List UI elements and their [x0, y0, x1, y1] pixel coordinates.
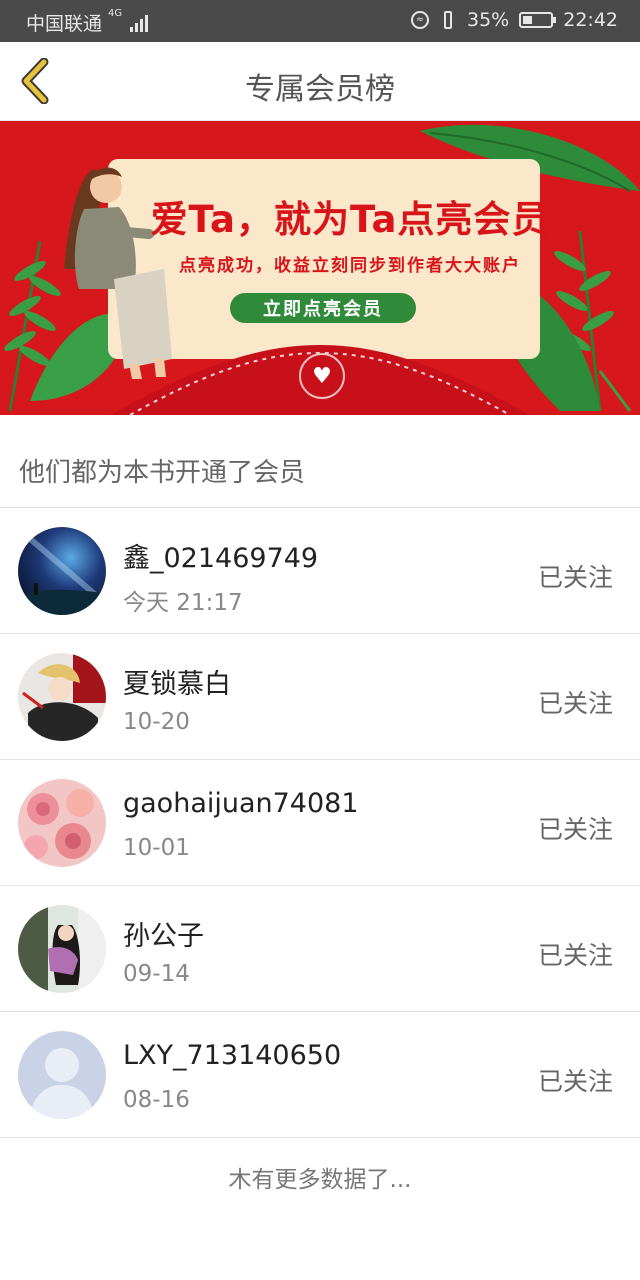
- member-row[interactable]: 鑫_021469749 今天 21:17 已关注: [0, 508, 640, 634]
- battery-percent: 35%: [467, 9, 510, 31]
- avatar-roses-image: [18, 779, 106, 867]
- avatar[interactable]: [18, 1031, 106, 1119]
- member-date: 09-14: [123, 961, 190, 987]
- followed-button[interactable]: 已关注: [538, 684, 613, 720]
- followed-button[interactable]: 已关注: [538, 558, 613, 594]
- member-list: 鑫_021469749 今天 21:17 已关注 夏锁慕白 10-20 已关注: [0, 508, 640, 1138]
- member-row[interactable]: LXY_713140650 08-16 已关注: [0, 1012, 640, 1138]
- banner-subtitle: 点亮成功，收益立刻同步到作者大大账户: [179, 256, 521, 276]
- member-name: 孙公子: [123, 921, 204, 952]
- network-type: 4G: [108, 8, 123, 19]
- member-date: 08-16: [123, 1087, 190, 1113]
- clock: 22:42: [563, 9, 618, 31]
- light-up-membership-button[interactable]: 立即点亮会员: [230, 293, 416, 323]
- member-name: LXY_713140650: [123, 1040, 342, 1071]
- member-name: 夏锁慕白: [123, 669, 231, 700]
- member-name: gaohaijuan74081: [123, 788, 359, 819]
- banner-title: 爱Ta，就为Ta点亮会员: [150, 198, 550, 241]
- member-row[interactable]: 孙公子 09-14 已关注: [0, 886, 640, 1012]
- avatar-starry-sky-image: [18, 527, 106, 615]
- avatar[interactable]: [18, 653, 106, 741]
- promo-banner[interactable]: 爱Ta，就为Ta点亮会员 点亮成功，收益立刻同步到作者大大账户 立即点亮会员 ♥: [0, 121, 640, 415]
- status-bar: 中国联通 4G ≈ 35% 22:42: [0, 0, 640, 42]
- heart-seal-icon: ♥: [299, 353, 345, 399]
- signal-icon: [130, 14, 149, 32]
- followed-button[interactable]: 已关注: [538, 810, 613, 846]
- vibrate-icon: [439, 11, 457, 29]
- battery-icon: [519, 12, 557, 28]
- member-row[interactable]: gaohaijuan74081 10-01 已关注: [0, 760, 640, 886]
- member-date: 10-20: [123, 709, 190, 735]
- avatar[interactable]: [18, 905, 106, 993]
- followed-button[interactable]: 已关注: [538, 936, 613, 972]
- followed-button[interactable]: 已关注: [538, 1062, 613, 1098]
- member-date: 10-01: [123, 835, 190, 861]
- avatar[interactable]: [18, 527, 106, 615]
- hd-call-icon: ≈: [411, 11, 429, 29]
- no-more-data-text: 木有更多数据了...: [228, 1167, 412, 1193]
- section-title: 他们都为本书开通了会员: [19, 458, 306, 488]
- avatar[interactable]: [18, 779, 106, 867]
- nav-header: 专属会员榜: [0, 42, 640, 121]
- avatar-anime-image: [18, 653, 106, 741]
- default-avatar-icon: [18, 1031, 106, 1119]
- member-row[interactable]: 夏锁慕白 10-20 已关注: [0, 634, 640, 760]
- carrier-label: 中国联通: [26, 13, 103, 35]
- member-date: 今天 21:17: [123, 590, 243, 616]
- member-name: 鑫_021469749: [123, 543, 319, 574]
- page-title: 专属会员榜: [245, 72, 395, 107]
- avatar-girl-photo: [18, 905, 106, 993]
